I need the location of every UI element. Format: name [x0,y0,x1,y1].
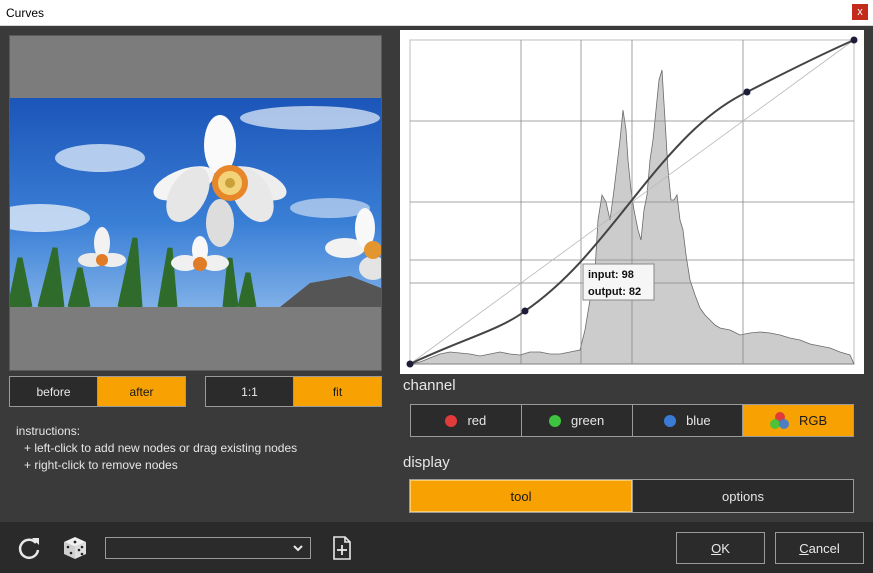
channel-red-button[interactable]: red [411,405,522,436]
reset-button[interactable] [15,534,43,562]
channel-green-label: green [571,413,605,428]
new-file-icon [333,536,351,560]
cancel-label: ancel [808,540,840,556]
channel-rgb-button[interactable]: RGB [743,405,853,436]
blue-dot-icon [664,414,677,427]
before-button[interactable]: before [10,377,98,406]
curve-node[interactable] [743,88,751,96]
options-tab[interactable]: options [632,480,853,512]
zoom-fit-button[interactable]: fit [294,377,381,406]
zoom-1-1-button[interactable]: 1:1 [206,377,294,406]
curve-node[interactable] [406,360,414,368]
ok-mnemonic: O [711,540,722,556]
ok-label: K [721,540,730,556]
instructions: instructions: + left-click to add new no… [16,423,297,474]
tooltip-input: input: 98 [588,269,634,281]
display-selector: tool options [409,479,854,513]
cancel-mnemonic: C [799,540,809,556]
channel-label: channel [403,377,456,394]
close-button[interactable]: x [852,4,868,20]
curve-node[interactable] [521,307,529,315]
tooltip-output: output: 82 [588,286,641,298]
dice-icon [64,537,86,559]
curve-editor[interactable]: input: 98 output: 82 [400,30,864,374]
cancel-button[interactable]: Cancel [775,532,864,564]
title-bar: Curves x [0,0,873,26]
rgb-icon [770,411,790,429]
before-after-toggle: before after [9,376,186,407]
new-preset-button[interactable] [328,534,356,562]
preset-dropdown[interactable] [105,537,311,559]
channel-selector: red green blue RGB [410,404,854,437]
channel-blue-button[interactable]: blue [633,405,744,436]
bottom-bar: OK Cancel [0,522,873,573]
value-tooltip: input: 98 output: 82 [582,263,655,301]
window-title: Curves [6,6,45,20]
channel-red-label: red [467,413,487,428]
channel-rgb-label: RGB [799,413,828,428]
reset-icon [18,538,40,559]
display-label: display [403,454,450,471]
curve-node[interactable] [850,36,858,44]
tool-tab[interactable]: tool [410,480,632,512]
curve-graph[interactable]: input: 98 output: 82 [400,30,864,374]
green-dot-icon [549,414,561,427]
random-button[interactable] [61,534,89,562]
ok-button[interactable]: OK [676,532,765,564]
instructions-heading: instructions: [16,424,81,438]
channel-blue-label: blue [686,413,711,428]
chevron-down-icon [293,545,303,552]
image-preview [9,35,382,371]
instruction-line: + left-click to add new nodes or drag ex… [24,441,298,455]
instruction-line: + right-click to remove nodes [24,458,178,472]
after-button[interactable]: after [98,377,185,406]
preview-photo [10,98,381,307]
channel-green-button[interactable]: green [522,405,633,436]
zoom-toggle: 1:1 fit [205,376,382,407]
red-dot-icon [445,414,458,427]
